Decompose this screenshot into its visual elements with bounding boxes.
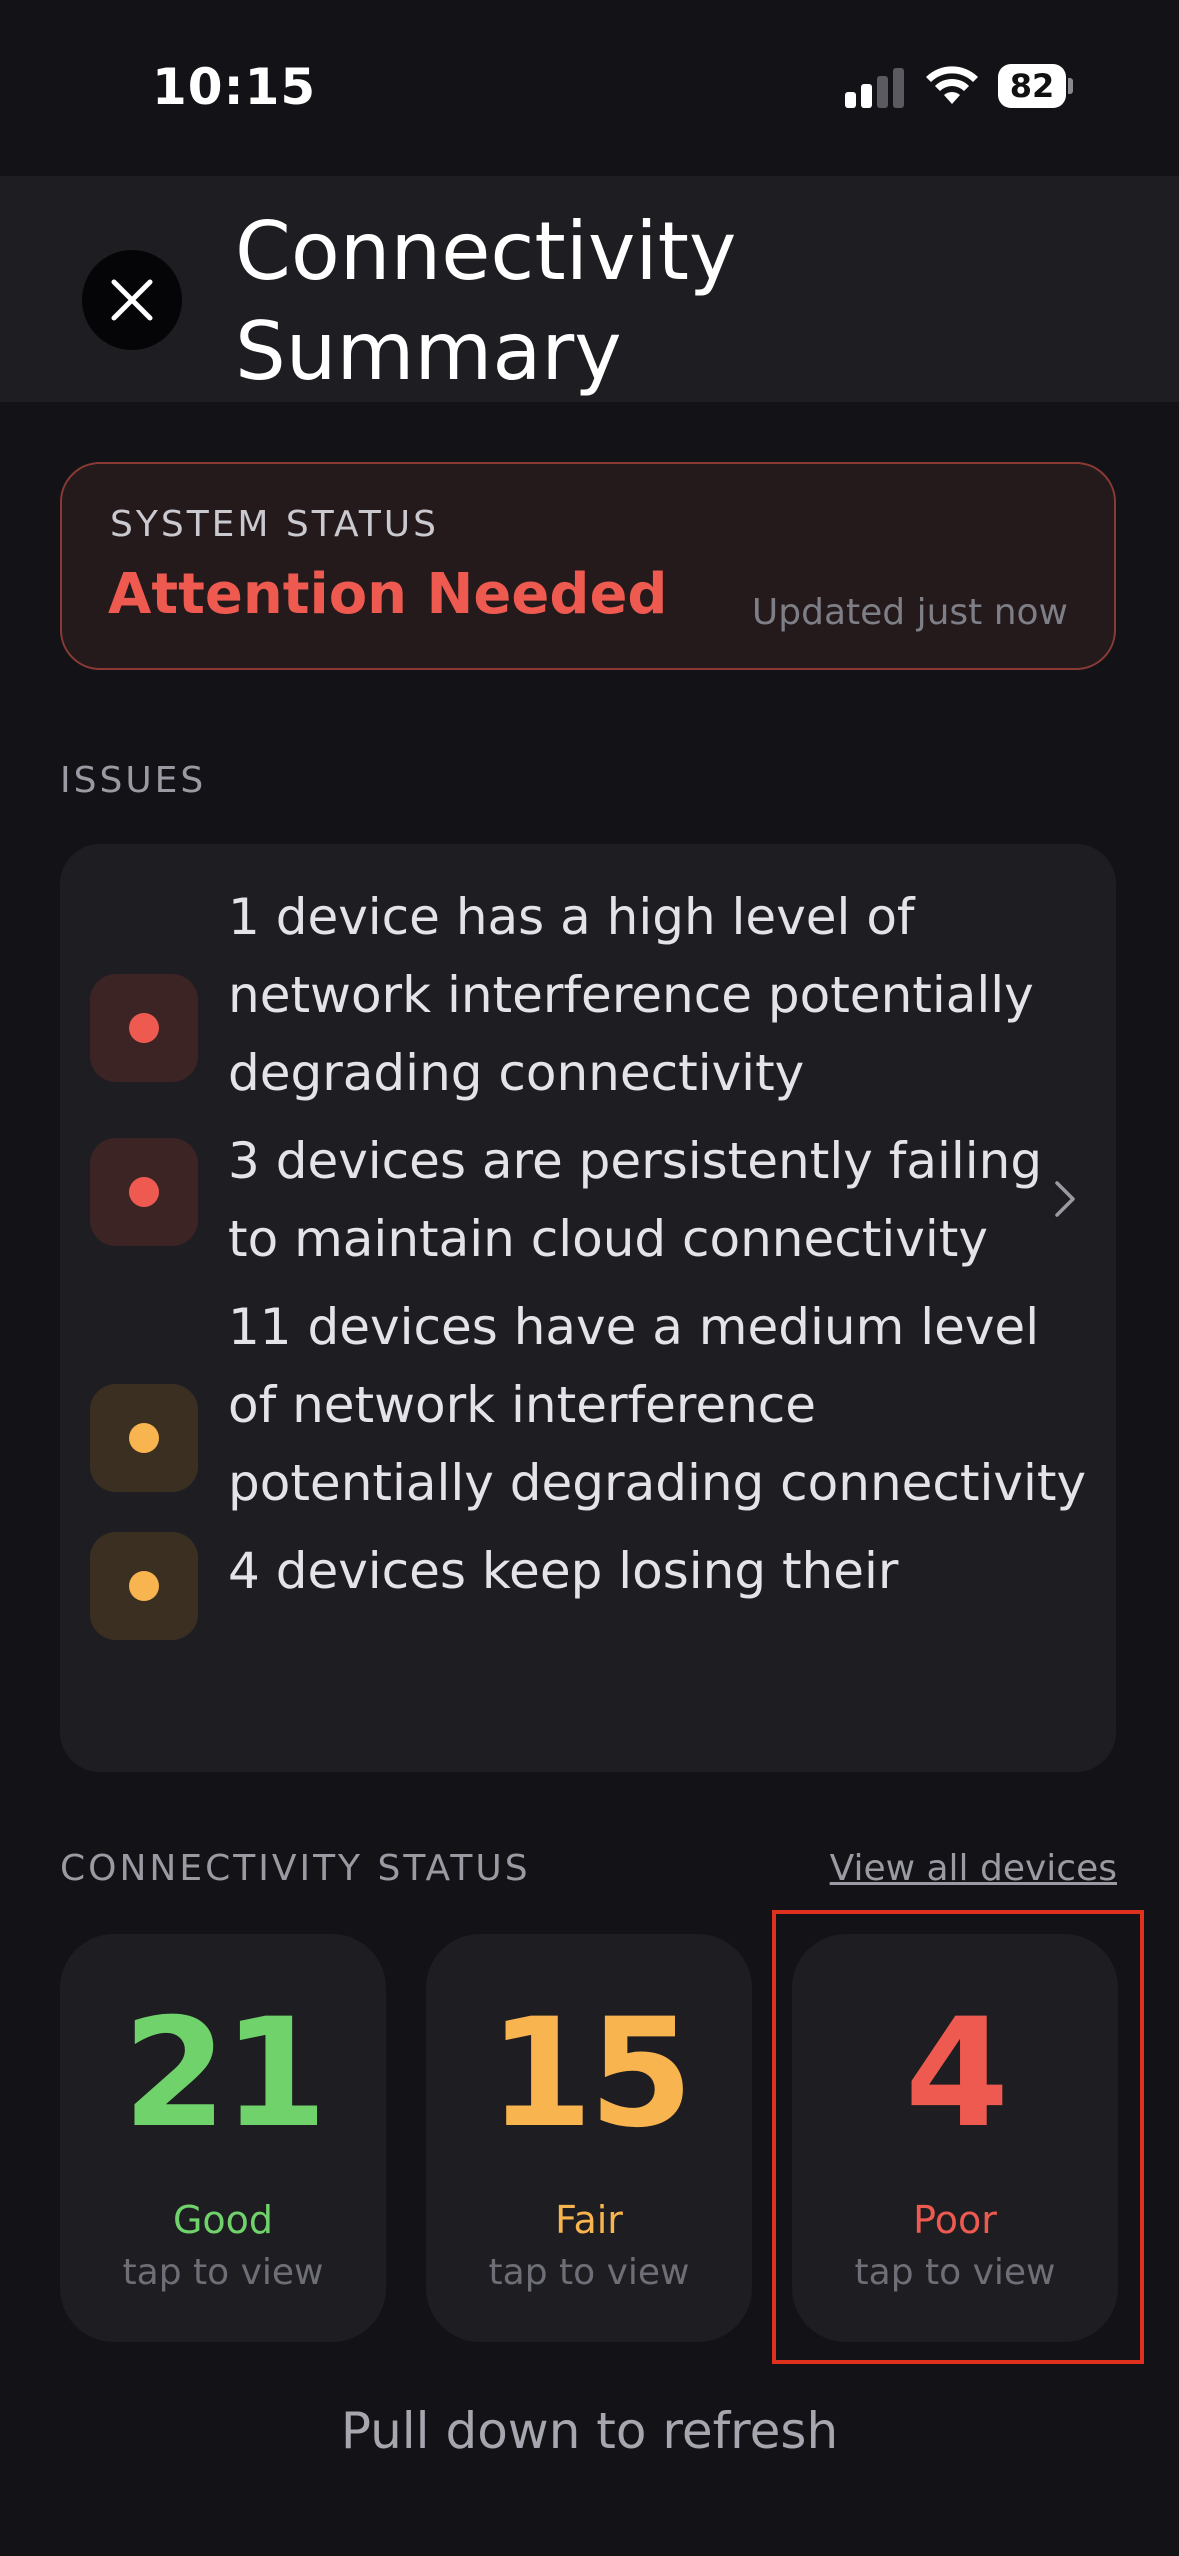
warning-dot-icon [90, 1384, 198, 1492]
issue-item[interactable]: 4 devices keep losing their [60, 1532, 1116, 1640]
good-count: 21 [122, 1987, 328, 2161]
issues-section-label: ISSUES [60, 760, 207, 801]
issue-item[interactable]: 3 devices are persistently failing to ma… [60, 1122, 1116, 1278]
fair-count: 15 [488, 1987, 694, 2161]
close-icon [111, 279, 153, 321]
selection-highlight [772, 1910, 1144, 2364]
chevron-right-icon[interactable] [1054, 1180, 1076, 1218]
issue-text: 4 devices keep losing their [228, 1542, 899, 1600]
alert-dot-icon [90, 1138, 198, 1246]
status-time: 10:15 [152, 58, 317, 116]
issue-text: 11 devices have a medium level of networ… [228, 1298, 1087, 1512]
battery-level: 82 [998, 64, 1066, 108]
page-title: Connectivity Summary [235, 205, 737, 398]
alert-dot-icon [90, 974, 198, 1082]
good-tap-hint: tap to view [122, 2252, 324, 2293]
good-devices-tile[interactable]: 21 Good tap to view [60, 1934, 386, 2342]
issue-text: 1 device has a high level of network int… [228, 888, 1034, 1102]
view-all-devices-link[interactable]: View all devices [830, 1848, 1117, 1889]
fair-tap-hint: tap to view [488, 2252, 690, 2293]
battery-icon: 82 [998, 64, 1073, 108]
system-status-label: SYSTEM STATUS [110, 504, 440, 545]
fair-devices-tile[interactable]: 15 Fair tap to view [426, 1934, 752, 2342]
connectivity-section-label: CONNECTIVITY STATUS [60, 1848, 531, 1889]
system-status-value: Attention Needed [108, 562, 668, 627]
system-status-card: SYSTEM STATUS Attention Needed Updated j… [60, 462, 1116, 670]
issue-item[interactable]: 11 devices have a medium level of networ… [60, 1288, 1116, 1522]
warning-dot-icon [90, 1532, 198, 1640]
signal-icon [845, 68, 905, 108]
fair-label: Fair [555, 2198, 623, 2242]
pull-to-refresh-hint: Pull down to refresh [340, 2402, 839, 2460]
close-button[interactable] [82, 250, 182, 350]
issues-card[interactable]: 1 device has a high level of network int… [60, 844, 1116, 1772]
issues-list[interactable]: 1 device has a high level of network int… [60, 878, 1116, 1772]
wifi-icon [926, 66, 978, 104]
issue-item[interactable]: 1 device has a high level of network int… [60, 878, 1116, 1112]
system-status-updated: Updated just now [751, 592, 1068, 633]
good-label: Good [172, 2198, 274, 2242]
issue-text: 3 devices are persistently failing to ma… [228, 1132, 1043, 1268]
page-header: Connectivity Summary [0, 176, 1179, 402]
status-bar: 10:15 82 [0, 0, 1179, 176]
